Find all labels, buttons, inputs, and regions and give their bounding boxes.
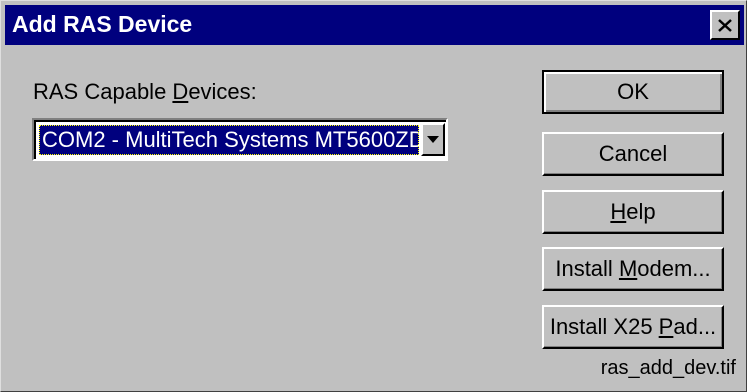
help-button-accel: H	[610, 199, 627, 224]
close-button[interactable]	[710, 10, 740, 40]
ok-button[interactable]: OK	[542, 70, 724, 114]
devices-dropdown-button[interactable]	[421, 123, 445, 156]
devices-dropdown[interactable]: COM2 - MultiTech Systems MT5600ZDX	[32, 118, 448, 161]
add-ras-device-dialog: Add RAS Device RAS Capable Devices: COM2…	[0, 0, 747, 392]
devices-label: RAS Capable Devices:	[33, 79, 257, 105]
devices-label-accel: D	[172, 79, 189, 104]
devices-dropdown-value[interactable]: COM2 - MultiTech Systems MT5600ZDX	[39, 125, 419, 155]
chevron-down-icon	[427, 136, 439, 143]
title-bar: Add RAS Device	[5, 5, 744, 45]
image-caption: ras_add_dev.tif	[600, 357, 736, 379]
install-x25-suffix: ad...	[673, 314, 717, 339]
devices-label-suffix: evices:	[188, 79, 257, 104]
ok-button-label: OK	[617, 79, 649, 104]
install-modem-suffix: odem...	[637, 256, 711, 281]
cancel-button-label: Cancel	[598, 141, 668, 166]
install-x25-label: Install X25	[549, 314, 659, 339]
install-modem-accel: M	[618, 256, 638, 281]
close-icon	[718, 18, 732, 32]
install-modem-label: Install	[555, 256, 619, 281]
install-x25-pad-button[interactable]: Install X25 Pad...	[542, 305, 724, 349]
help-button[interactable]: Help	[542, 190, 724, 234]
help-button-label: elp	[626, 199, 656, 224]
devices-dropdown-field: COM2 - MultiTech Systems MT5600ZDX	[34, 120, 446, 159]
cancel-button[interactable]: Cancel	[542, 132, 724, 176]
install-modem-button[interactable]: Install Modem...	[542, 247, 724, 291]
install-x25-accel: P	[658, 314, 674, 339]
devices-label-text: RAS Capable	[33, 79, 173, 104]
window-title: Add RAS Device	[12, 11, 193, 37]
